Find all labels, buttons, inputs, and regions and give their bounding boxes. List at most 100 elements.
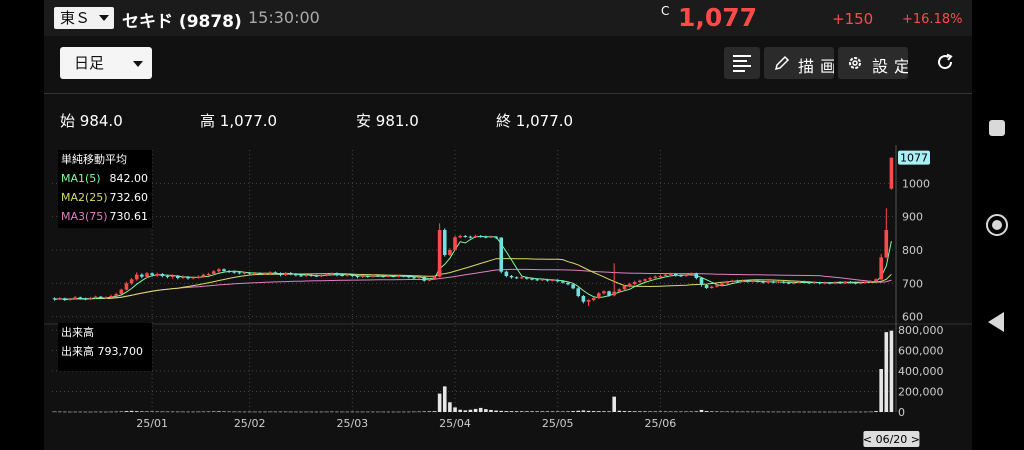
volume-bar: [540, 411, 545, 412]
draw-label: 描画: [798, 57, 834, 76]
candle-body: [884, 230, 889, 258]
volume-bar: [211, 411, 216, 412]
candle-body: [165, 276, 170, 277]
candle-body: [427, 279, 432, 281]
volume-bar: [797, 411, 801, 413]
volume-bar: [550, 411, 555, 412]
volume-bar: [586, 410, 591, 412]
candle-body: [776, 281, 781, 283]
candle-body: [442, 230, 447, 255]
volume-bar: [217, 411, 221, 412]
volume-bar: [699, 409, 704, 412]
candle-body: [140, 274, 144, 277]
candle-body: [689, 273, 693, 275]
candle-body: [463, 236, 468, 237]
back-icon[interactable]: [988, 312, 1004, 332]
candle-body: [550, 280, 555, 281]
candle-body: [104, 297, 108, 299]
volume-bar: [453, 407, 457, 412]
candle-body: [679, 275, 683, 277]
volume-bar: [545, 411, 550, 412]
candle-body: [751, 281, 755, 282]
volume-bar: [704, 411, 709, 412]
volume-bar: [401, 411, 406, 413]
volume-bar: [509, 411, 514, 412]
volume-bar: [756, 411, 760, 413]
candle-body: [684, 274, 688, 276]
refresh-icon[interactable]: [936, 53, 954, 71]
quote-time: 15:30:00: [248, 8, 320, 27]
volume-bar: [653, 411, 658, 412]
volume-bar: [319, 411, 324, 413]
volume-bar: [740, 411, 745, 413]
candle-body: [663, 274, 668, 276]
volume-bar: [422, 411, 427, 412]
volume-bar: [848, 411, 853, 413]
draw-button[interactable]: 描画: [764, 47, 834, 79]
ohlc-low: 安 981.0: [356, 110, 419, 131]
volume-bar: [596, 411, 601, 412]
candle-body: [412, 277, 416, 279]
volume-bar: [504, 411, 509, 412]
date-tag-label: < 06/20 >: [863, 433, 920, 446]
volume-bar: [658, 411, 663, 412]
candle-body: [350, 274, 355, 276]
settings-button[interactable]: 設定: [838, 47, 908, 79]
candle-body: [196, 276, 201, 278]
volume-bar: [478, 407, 483, 412]
candle-body: [222, 269, 226, 271]
candle-body: [365, 276, 370, 277]
candle-body: [756, 281, 760, 282]
volume-bar: [751, 411, 755, 413]
volume-bar: [268, 411, 272, 413]
indicator-list-button[interactable]: [724, 47, 760, 79]
volume-tick-label: 800,000: [898, 324, 944, 337]
candle-body: [170, 275, 175, 277]
ohlc-open: 始 984.0: [60, 110, 123, 131]
volume-bar: [93, 411, 98, 413]
volume-bar: [104, 411, 108, 413]
candle-body: [175, 275, 180, 278]
period-select[interactable]: 日足: [60, 47, 152, 79]
candle-body: [437, 230, 442, 277]
volume-bar: [191, 411, 195, 413]
volume-bar: [381, 411, 385, 413]
home-icon[interactable]: [986, 214, 1008, 236]
candle-body: [217, 269, 221, 272]
volume-bar: [448, 402, 452, 412]
candle-body: [704, 285, 709, 288]
volume-bar: [591, 411, 596, 412]
quote-header: 東Ｓ セキド (9878) 15:30:00 C 1,077 +150 +16.…: [44, 0, 972, 36]
volume-bar: [807, 411, 812, 413]
candle-body: [843, 282, 848, 283]
recents-icon[interactable]: [989, 120, 1005, 136]
candle-body: [863, 282, 868, 283]
candle-body: [576, 288, 581, 296]
volume-bar: [165, 411, 170, 413]
candle-body: [468, 236, 473, 238]
volume-bar: [170, 411, 175, 413]
candle-body: [376, 275, 380, 277]
candle-body: [596, 293, 601, 298]
volume-bar: [412, 411, 416, 413]
market-select[interactable]: 東Ｓ: [54, 7, 114, 29]
volume-bar: [792, 411, 796, 413]
volume-bar: [730, 411, 735, 413]
volume-bar: [196, 411, 201, 413]
volume-bar: [350, 411, 355, 413]
candle-body: [237, 272, 242, 274]
volume-bar: [632, 411, 637, 412]
candle-body: [247, 272, 252, 274]
candle-body: [879, 257, 883, 280]
volume-bar: [822, 411, 827, 413]
volume-bar: [884, 332, 889, 412]
ma-value: 732.60: [109, 191, 149, 204]
price-tick-label: 600: [902, 311, 923, 324]
volume-bar: [607, 411, 611, 412]
price-chart[interactable]: 25/01 25/02 25/03 25/04 25/05 25/06 600 700 800 9…: [44, 145, 972, 450]
volume-bar: [843, 411, 848, 413]
volume-bar: [694, 411, 699, 412]
candle-body: [771, 281, 776, 283]
low-value: 981.0: [375, 112, 419, 130]
volume-bar: [109, 411, 113, 413]
